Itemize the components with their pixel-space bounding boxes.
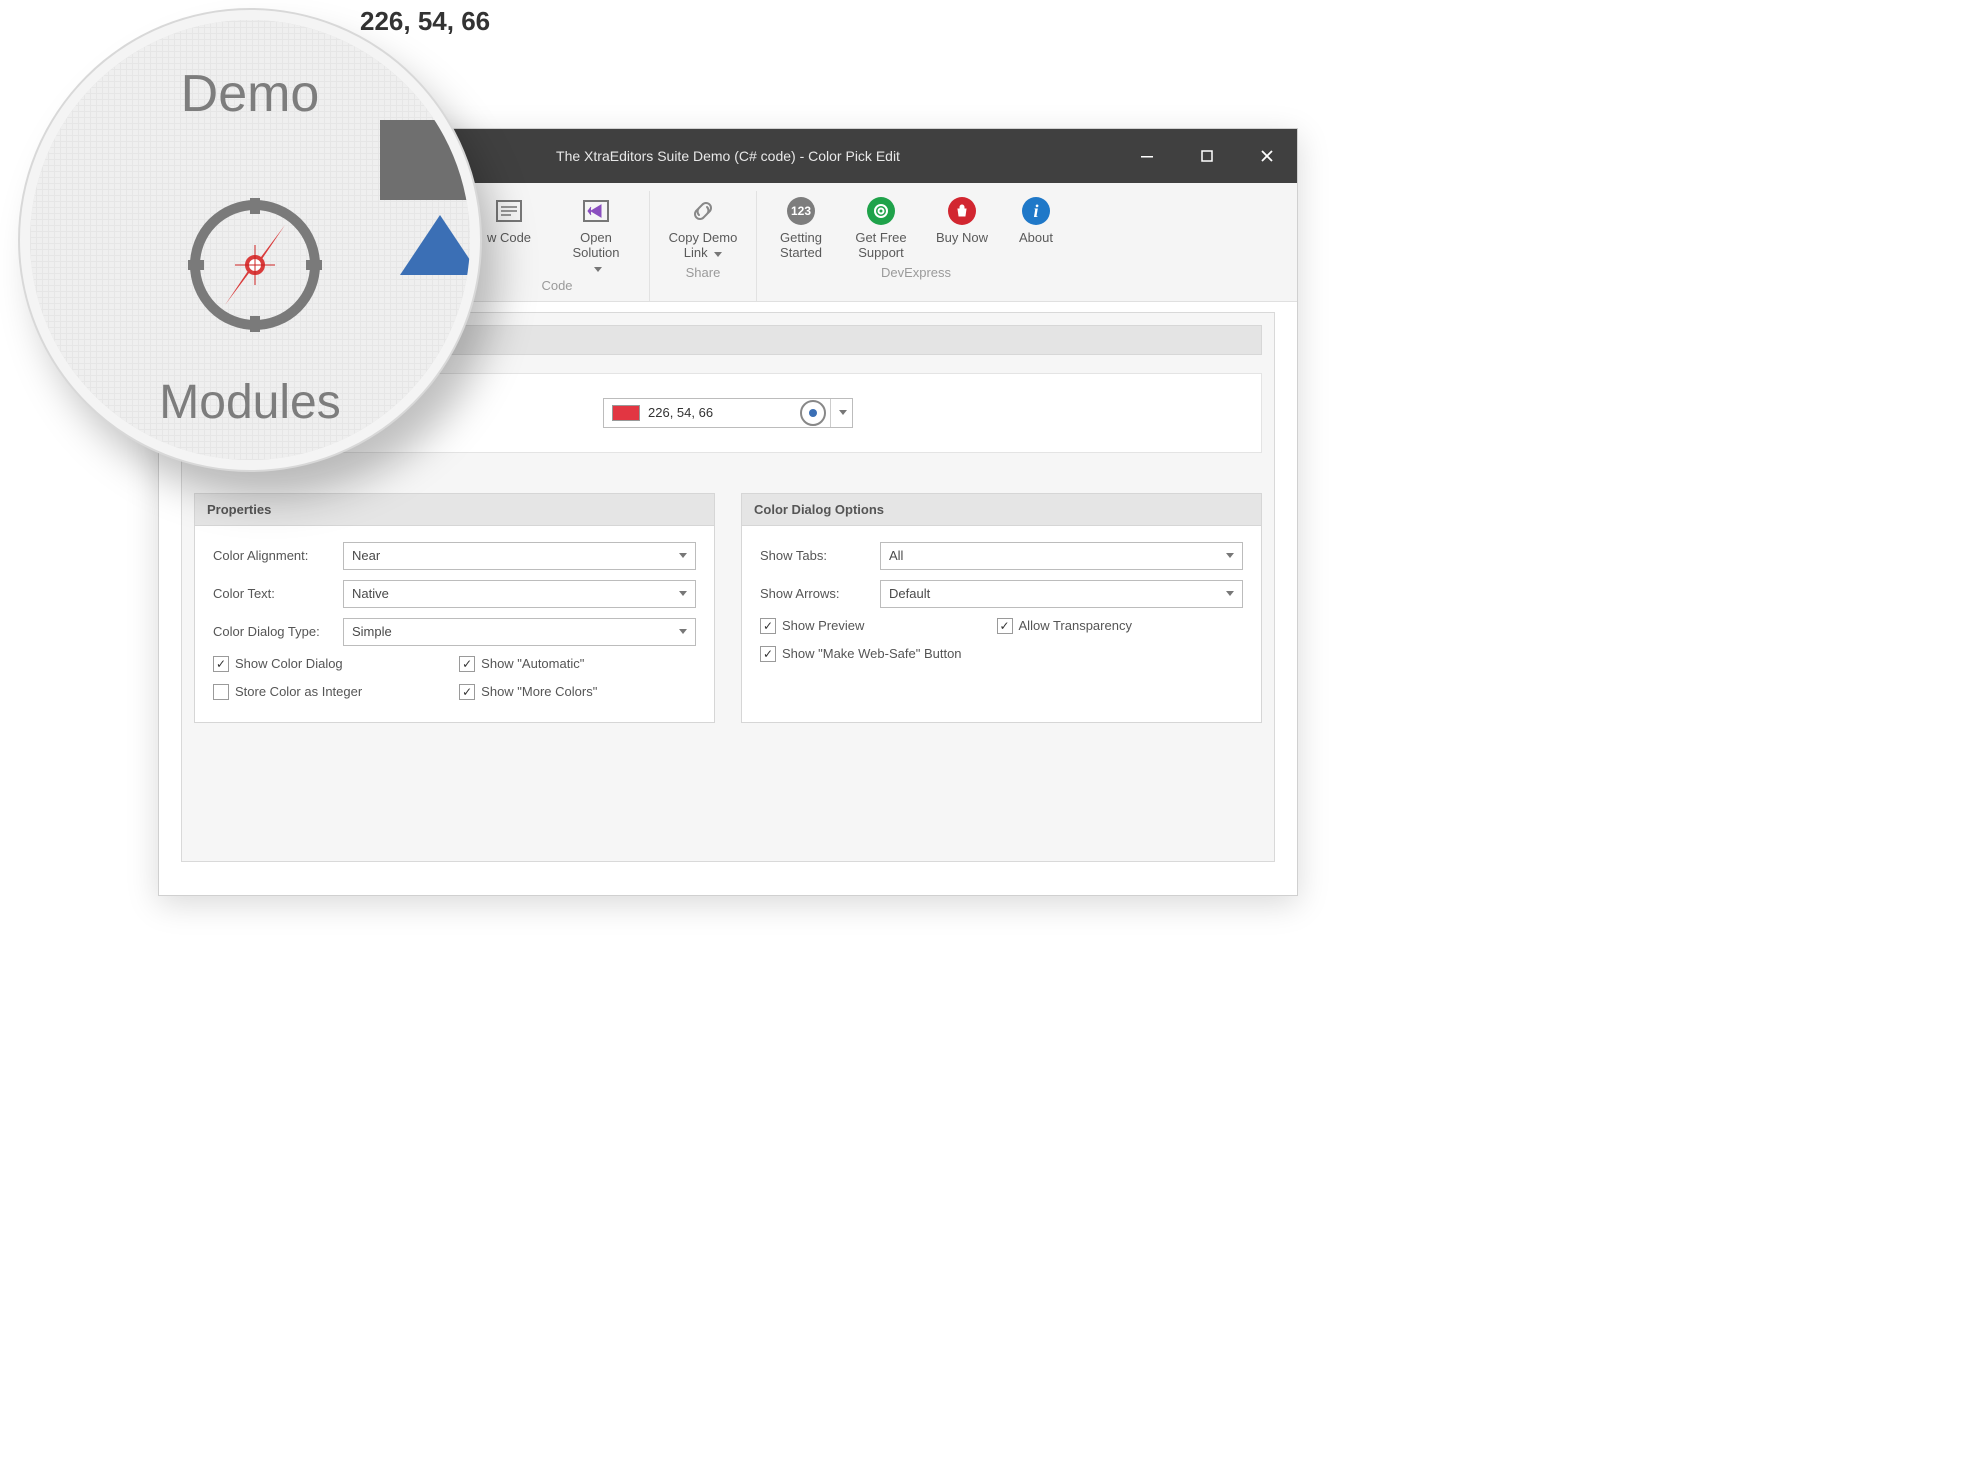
minimize-icon <box>1140 149 1154 163</box>
check-label: Show Preview <box>782 618 864 633</box>
check-show-websafe[interactable]: Show "Make Web-Safe" Button <box>760 646 1243 662</box>
check-label: Allow Transparency <box>1019 618 1132 633</box>
check-allow-transparency[interactable]: Allow Transparency <box>997 618 1229 634</box>
field-label: Show Tabs: <box>760 548 880 563</box>
ribbon-group-name: DevExpress <box>881 265 951 280</box>
select-value: All <box>889 548 903 563</box>
magnifier-triangle-icon <box>400 215 480 275</box>
minimize-button[interactable] <box>1117 129 1177 183</box>
bag-icon <box>946 195 978 227</box>
checkbox-icon <box>213 684 229 700</box>
checkbox-icon <box>459 656 475 672</box>
magnifier-lens: Demo Modules <box>20 10 480 470</box>
field-label: Color Alignment: <box>213 548 343 563</box>
ribbon-item-label: Get Free Support <box>849 231 913 263</box>
check-label: Store Color as Integer <box>235 684 362 699</box>
ribbon-getting-started[interactable]: 123 Getting Started <box>771 195 831 263</box>
check-show-preview[interactable]: Show Preview <box>760 618 973 634</box>
window-controls <box>1117 129 1297 183</box>
select-show-arrows[interactable]: Default <box>880 580 1243 608</box>
field-label: Color Text: <box>213 586 343 601</box>
select-color-dialog-type[interactable]: Simple <box>343 618 696 646</box>
chevron-down-icon <box>679 629 687 634</box>
ribbon-group-devexpress: 123 Getting Started Get Free Support Buy… <box>757 191 1075 301</box>
check-store-color-integer[interactable]: Store Color as Integer <box>213 684 435 700</box>
checkbox-icon <box>760 618 776 634</box>
ribbon-get-free-support[interactable]: Get Free Support <box>849 195 913 263</box>
code-icon <box>493 195 525 227</box>
check-label: Show "More Colors" <box>481 684 597 699</box>
color-dropdown-button[interactable] <box>830 399 852 427</box>
check-show-automatic[interactable]: Show "Automatic" <box>459 656 681 672</box>
checkbox-icon <box>213 656 229 672</box>
properties-card: Properties Color Alignment: Near Color T… <box>194 493 715 723</box>
ribbon-item-label: Buy Now <box>936 231 988 263</box>
info-icon: i <box>1020 195 1052 227</box>
chevron-down-icon <box>679 591 687 596</box>
ribbon-group-share: Copy Demo Link Share <box>650 191 757 301</box>
ribbon-item-label: Getting Started <box>771 231 831 263</box>
card-title: Properties <box>195 494 714 526</box>
chevron-down-icon <box>1226 553 1234 558</box>
ribbon-item-label: About <box>1019 231 1053 263</box>
link-icon <box>687 195 719 227</box>
select-value: Native <box>352 586 389 601</box>
compass-icon <box>180 190 330 340</box>
chevron-down-icon <box>594 267 602 272</box>
checkbox-icon <box>459 684 475 700</box>
lifebuoy-icon <box>865 195 897 227</box>
maximize-button[interactable] <box>1177 129 1237 183</box>
ribbon-view-code[interactable]: w Code <box>479 195 539 276</box>
select-value: Default <box>889 586 930 601</box>
check-show-color-dialog[interactable]: Show Color Dialog <box>213 656 435 672</box>
ribbon-open-solution[interactable]: Open Solution <box>557 195 635 276</box>
select-color-alignment[interactable]: Near <box>343 542 696 570</box>
ribbon-copy-demo-link[interactable]: Copy Demo Link <box>664 195 742 263</box>
ribbon-group-name: Code <box>541 278 572 293</box>
settings-columns: Properties Color Alignment: Near Color T… <box>194 493 1262 723</box>
target-icon <box>809 409 817 417</box>
select-value: Simple <box>352 624 392 639</box>
check-label: Show "Automatic" <box>481 656 584 671</box>
magnifier-text-modules: Modules <box>159 375 340 430</box>
colorpick-edit[interactable]: 226, 54, 66 <box>603 398 853 428</box>
ribbon-item-label: w Code <box>487 231 531 263</box>
close-icon <box>1260 149 1274 163</box>
select-value: Near <box>352 548 380 563</box>
field-label: Show Arrows: <box>760 586 880 601</box>
eyedropper-button[interactable] <box>800 400 826 426</box>
checkbox-icon <box>760 646 776 662</box>
checkbox-icon <box>997 618 1013 634</box>
123-icon: 123 <box>785 195 817 227</box>
check-label: Show Color Dialog <box>235 656 343 671</box>
color-swatch <box>612 405 640 421</box>
color-value-text: 226, 54, 66 <box>648 405 800 420</box>
check-show-more-colors[interactable]: Show "More Colors" <box>459 684 681 700</box>
chevron-down-icon <box>1226 591 1234 596</box>
ribbon-item-label: Copy Demo Link <box>664 231 742 263</box>
check-label: Show "Make Web-Safe" Button <box>782 646 962 661</box>
ribbon-item-label: Open Solution <box>557 231 635 276</box>
select-show-tabs[interactable]: All <box>880 542 1243 570</box>
ribbon-about[interactable]: i About <box>1011 195 1061 263</box>
ribbon-buy-now[interactable]: Buy Now <box>931 195 993 263</box>
maximize-icon <box>1200 149 1214 163</box>
ribbon-group-name: Share <box>686 265 721 280</box>
magnifier-text-demo: Demo <box>181 64 320 124</box>
vs-icon <box>580 195 612 227</box>
magnifier-dark-corner <box>380 120 480 200</box>
field-label: Color Dialog Type: <box>213 624 343 639</box>
chevron-down-icon <box>714 252 722 257</box>
chevron-down-icon <box>679 553 687 558</box>
card-title: Color Dialog Options <box>742 494 1261 526</box>
select-color-text[interactable]: Native <box>343 580 696 608</box>
close-button[interactable] <box>1237 129 1297 183</box>
magnifier-content: Demo Modules <box>30 20 470 460</box>
color-dialog-options-card: Color Dialog Options Show Tabs: All Show… <box>741 493 1262 723</box>
chevron-down-icon <box>839 410 847 415</box>
